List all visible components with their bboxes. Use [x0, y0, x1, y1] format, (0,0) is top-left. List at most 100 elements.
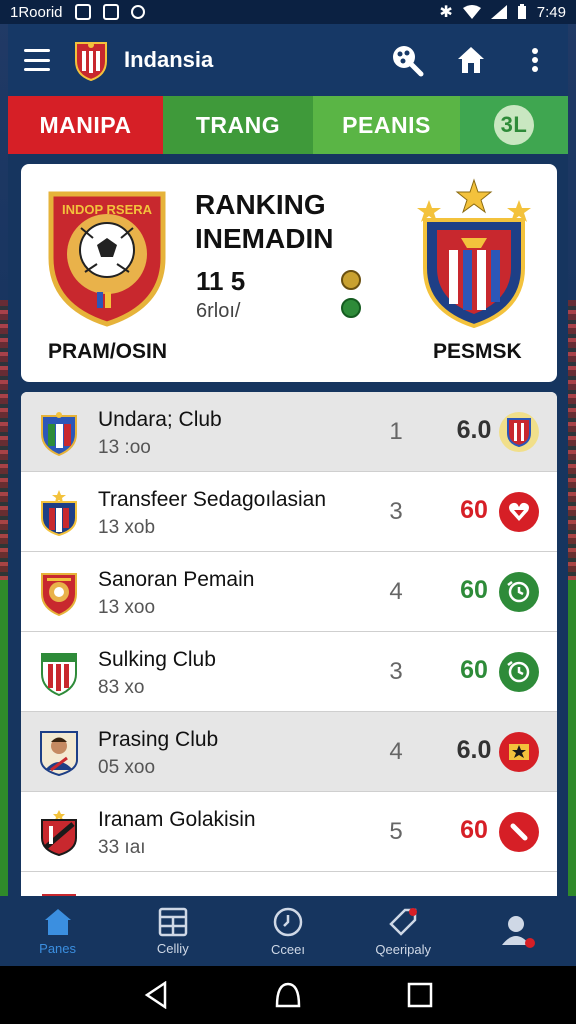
status-bar: 1Roorid ✱ 7:49	[0, 0, 576, 24]
heart-icon[interactable]	[499, 492, 539, 532]
nav-label: Cceeı	[271, 941, 305, 957]
club-subtitle: 05 xoo	[98, 757, 156, 778]
list-item[interactable]: Undara; Club 13 :oo 1 6.0	[21, 392, 557, 472]
match-card[interactable]: INDOP RSERA RANKING INEMADIN 11 5 6rloı/…	[21, 164, 557, 382]
away-crest	[417, 178, 531, 328]
club-rank: 1	[389, 418, 403, 445]
battery-icon	[517, 4, 526, 19]
tab-badge-label: 3L	[494, 105, 534, 145]
star-icon[interactable]	[499, 732, 539, 772]
globe-icon	[341, 298, 361, 318]
club-name: Undara; Club	[98, 408, 222, 431]
app-container: Indansia MANIPA TRANG PEANIS 3L INDOP RS…	[8, 24, 568, 896]
nav-panes[interactable]: Panes	[0, 896, 115, 966]
nav-label: Qeeripaly	[375, 941, 432, 957]
slash-icon[interactable]	[499, 812, 539, 852]
tab-peanis[interactable]: PEANIS	[313, 96, 460, 154]
home-icon	[44, 908, 71, 935]
home-circle-icon[interactable]	[274, 981, 302, 1009]
nav-qeeripaly[interactable]: Qeeripaly	[346, 896, 461, 966]
tab-trang[interactable]: TRANG	[163, 96, 313, 154]
match-title: RANKING INEMADIN	[195, 189, 334, 254]
profile-icon	[502, 916, 536, 948]
back-icon[interactable]	[143, 981, 169, 1009]
tab-bar: MANIPA TRANG PEANIS 3L	[8, 96, 568, 154]
club-score: 60	[460, 816, 488, 844]
club-score: 60	[460, 656, 488, 684]
tab-label: TRANG	[195, 111, 281, 138]
coin-icon	[341, 270, 361, 290]
tab-label: PEANIS	[342, 111, 431, 138]
club-logo	[75, 42, 107, 81]
club-name: Prasing Club	[98, 728, 219, 751]
tab-badge[interactable]: 3L	[460, 96, 568, 154]
nav-label: Celliy	[156, 940, 189, 956]
club-crest	[41, 490, 77, 536]
message-icon	[102, 4, 119, 20]
clock-icon[interactable]	[499, 652, 539, 692]
search-icon[interactable]	[390, 43, 424, 77]
nav-cceei[interactable]: Cceeı	[230, 896, 345, 966]
home-team-name: PRAM/OSIN	[48, 340, 168, 363]
nav-label: Panes	[39, 940, 77, 956]
club-crest	[41, 653, 77, 696]
club-subtitle: 33 ıaı	[98, 837, 146, 858]
club-crest	[41, 810, 77, 856]
flag-icon[interactable]	[499, 412, 539, 452]
list-item[interactable]: Iranam Golakisin 33 ıaı 5 60	[21, 792, 557, 872]
club-score: 6.0	[456, 416, 492, 444]
list-item[interactable]: Prasing Club 05 xoo 4 6.0	[21, 712, 557, 792]
club-rank: 3	[389, 658, 403, 685]
home-crest: INDOP RSERA	[48, 191, 166, 327]
status-time: 7:49	[536, 3, 566, 21]
club-crest	[41, 412, 77, 456]
list-item[interactable]: Sulking Club 83 xo 3 60	[21, 632, 557, 712]
more-options-icon[interactable]	[518, 43, 552, 77]
club-rank: 4	[389, 738, 403, 765]
settings-icon: ✱	[439, 4, 453, 21]
home-button-icon[interactable]	[454, 43, 488, 77]
tab-label: MANIPA	[39, 111, 132, 138]
tab-manipa[interactable]: MANIPA	[8, 96, 163, 154]
club-name: Transfeer Sedagoılasian	[98, 488, 327, 511]
sync-icon	[130, 5, 145, 19]
club-name: Sulking Club	[98, 648, 216, 671]
list-item[interactable]: Transfeer Sedagoılasian 13 xob 3 60	[21, 472, 557, 552]
nav-profile[interactable]	[461, 896, 576, 966]
app-title: Indansia	[124, 47, 214, 72]
wifi-icon	[462, 5, 481, 19]
grid-icon	[158, 907, 188, 936]
list-item-partial[interactable]	[21, 872, 557, 896]
match-subtitle: 6rloı/	[196, 300, 241, 322]
club-name: Sanoran Pemain	[98, 568, 255, 591]
club-rank: 5	[389, 818, 403, 845]
club-subtitle: 13 xoo	[98, 597, 156, 618]
club-crest	[41, 573, 77, 616]
menu-icon[interactable]	[24, 49, 50, 71]
club-name: Iranam Golakisin	[98, 808, 256, 831]
club-rank: 3	[389, 498, 403, 525]
club-subtitle: 83 xo	[98, 677, 145, 698]
match-score: 11 5	[196, 266, 246, 296]
bottom-nav: Panes Celliy Cceeı Qeeripaly	[0, 896, 576, 966]
club-subtitle: 13 :oo	[98, 437, 151, 458]
recents-icon[interactable]	[407, 982, 433, 1008]
clock-icon	[273, 907, 303, 936]
tag-icon	[389, 907, 418, 936]
app-bar: Indansia	[8, 24, 568, 96]
system-nav-bar	[0, 966, 576, 1024]
club-score: 60	[460, 576, 488, 604]
clock-icon[interactable]	[499, 572, 539, 612]
away-team-name: PESMSK	[433, 340, 522, 363]
club-rank: 4	[389, 578, 403, 605]
list-item[interactable]: Sanoran Pemain 13 xoo 4 60	[21, 552, 557, 632]
club-subtitle: 13 xob	[98, 517, 156, 538]
notification-icon	[74, 4, 91, 20]
home-crest-text: INDOP RSERA	[62, 202, 153, 217]
status-left-text: 1Roorid	[10, 3, 63, 21]
signal-icon	[490, 5, 507, 19]
nav-celliy[interactable]: Celliy	[115, 896, 230, 966]
club-list: Undara; Club 13 :oo 1 6.0 Transfeer Seda…	[21, 392, 557, 896]
club-score: 6.0	[456, 736, 492, 764]
player-avatar	[40, 731, 78, 776]
